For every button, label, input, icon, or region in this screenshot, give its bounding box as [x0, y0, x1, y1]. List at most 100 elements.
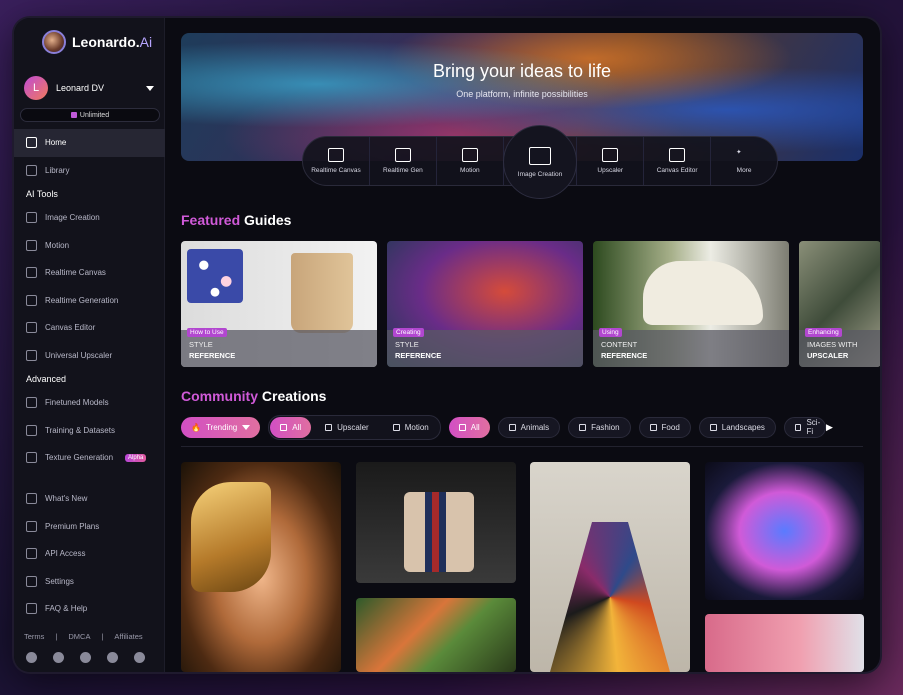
hero-subtitle: One platform, infinite possibilities	[456, 89, 588, 99]
featured-guides-title: Featured Guides	[181, 212, 292, 228]
hero-title: Bring your ideas to life	[432, 61, 612, 81]
guide-tag: Creating	[393, 328, 424, 337]
motion-icon	[392, 423, 400, 431]
nav-item-whats-new[interactable]: What's New	[14, 485, 165, 513]
category-food[interactable]: Food	[638, 416, 691, 438]
key-icon	[26, 548, 37, 560]
library-icon	[26, 164, 37, 176]
alpha-badge: Alpha	[125, 453, 147, 462]
nav-item-home[interactable]: Home	[14, 129, 165, 157]
nav-item-motion[interactable]: Motion	[14, 232, 165, 260]
guide-card-upscaler[interactable]: Enhancing IMAGES WITH UPSCALER	[799, 241, 880, 367]
tool-bar: Realtime Canvas Realtime Gen Motion Imag…	[302, 125, 778, 199]
dmca-link[interactable]: DMCA	[68, 632, 90, 641]
sci-fi-icon	[794, 423, 802, 431]
guide-card-content-reference[interactable]: Using CONTENT REFERENCE	[593, 241, 789, 367]
user-menu[interactable]: L Leonard DV	[24, 76, 154, 100]
apple-icon[interactable]	[134, 652, 145, 663]
gear-icon	[26, 575, 37, 587]
grid-icon	[458, 423, 466, 431]
tool-image-creation[interactable]: Image Creation	[503, 125, 578, 199]
nav-item-training-datasets[interactable]: Training & Datasets	[14, 417, 165, 445]
upscaler-icon	[325, 423, 333, 431]
app-window: Leonardo.Ai L Leonard DV Unlimited Home …	[14, 18, 880, 672]
nav-item-image-creation[interactable]: Image Creation	[14, 204, 165, 232]
guide-card-style-reference[interactable]: How to Use STYLE REFERENCE	[181, 241, 377, 367]
film-icon	[461, 148, 478, 162]
sidebar: Leonardo.Ai L Leonard DV Unlimited Home …	[14, 18, 165, 672]
token-icon	[70, 112, 77, 118]
nav-item-faq-help[interactable]: FAQ & Help	[14, 595, 165, 623]
tool-canvas-editor[interactable]: Canvas Editor	[644, 137, 712, 185]
canvas-icon	[26, 267, 37, 279]
image-icon	[529, 146, 552, 165]
nav-item-library[interactable]: Library	[14, 157, 165, 185]
plan-badge[interactable]: Unlimited	[20, 108, 160, 122]
tool-realtime-canvas[interactable]: Realtime Canvas	[303, 137, 370, 185]
canvas-editor-icon	[669, 148, 686, 162]
gallery-image-pink-scene[interactable]	[705, 614, 864, 672]
nav-item-premium-plans[interactable]: Premium Plans	[14, 513, 165, 541]
guide-card-creating-style[interactable]: Creating STYLE REFERENCE	[387, 241, 583, 367]
home-icon	[26, 137, 37, 149]
category-all[interactable]: All	[448, 416, 490, 438]
chevron-down-icon[interactable]	[146, 85, 154, 91]
nav-item-finetuned-models[interactable]: Finetuned Models	[14, 389, 165, 417]
divider	[181, 446, 863, 447]
terms-link[interactable]: Terms	[24, 632, 44, 641]
gallery-image-handbag[interactable]	[356, 462, 516, 583]
category-fashion[interactable]: Fashion	[568, 416, 631, 438]
upscaler-icon	[602, 148, 619, 162]
realtime-gen-icon	[394, 148, 411, 162]
category-sci-fi[interactable]: Sci-Fi	[783, 416, 826, 438]
nav-item-settings[interactable]: Settings	[14, 568, 165, 596]
affiliates-link[interactable]: Affiliates	[114, 632, 142, 641]
chevron-down-icon	[242, 424, 251, 430]
nav-item-realtime-generation[interactable]: Realtime Generation	[14, 287, 165, 315]
type-filter-upscaler[interactable]: Upscaler	[315, 417, 379, 438]
nav-item-universal-upscaler[interactable]: Universal Upscaler	[14, 342, 165, 370]
reddit-icon[interactable]	[53, 652, 64, 663]
cup-image	[291, 253, 353, 333]
tool-upscaler[interactable]: Upscaler	[577, 137, 645, 185]
tool-more[interactable]: ✦ More	[711, 137, 777, 185]
premium-icon	[26, 520, 37, 532]
x-icon[interactable]	[80, 652, 91, 663]
gallery-image-golden-warrior[interactable]	[181, 462, 341, 672]
social-links	[26, 652, 145, 663]
guide-tag: Using	[599, 328, 622, 337]
fashion-icon	[579, 423, 587, 431]
category-landscapes[interactable]: Landscapes	[698, 416, 776, 438]
type-filter-all[interactable]: All	[270, 416, 312, 438]
tool-realtime-gen[interactable]: Realtime Gen	[370, 137, 437, 185]
models-icon	[26, 397, 37, 409]
nav-item-canvas-editor[interactable]: Canvas Editor	[14, 314, 165, 342]
community-creations-title: Community Creations	[181, 388, 327, 404]
discord-icon[interactable]	[26, 652, 37, 663]
gallery-image-abstract-shape[interactable]	[705, 462, 864, 600]
main-nav: Home Library AI Tools Image Creation Mot…	[14, 129, 165, 472]
sparkle-icon: ✦	[736, 149, 742, 156]
filter-bar: 🔥 Trending All Upscaler Motion All Anima…	[181, 414, 833, 440]
texture-icon	[26, 452, 37, 464]
image-creation-circle[interactable]: Image Creation	[503, 125, 578, 199]
nav-item-api-access[interactable]: API Access	[14, 540, 165, 568]
section-ai-tools: AI Tools	[26, 189, 58, 199]
sort-dropdown[interactable]: 🔥 Trending	[181, 416, 261, 438]
nav-item-realtime-canvas[interactable]: Realtime Canvas	[14, 259, 165, 287]
category-animals[interactable]: Animals	[497, 416, 561, 438]
scroll-right-icon[interactable]: ▶	[826, 422, 833, 433]
gallery-image-chameleon[interactable]	[356, 598, 516, 672]
fire-icon: 🔥	[191, 422, 201, 432]
section-advanced: Advanced	[26, 374, 67, 384]
nav-item-texture-generation[interactable]: Texture Generation Alpha	[14, 444, 165, 472]
user-name: Leonard DV	[56, 83, 105, 93]
bell-icon	[26, 493, 37, 505]
brand-logo[interactable]: Leonardo.Ai	[42, 30, 152, 54]
avatar: L	[24, 76, 48, 100]
type-filter-motion[interactable]: Motion	[383, 417, 439, 438]
featured-guides: How to Use STYLE REFERENCE Creating STYL…	[181, 241, 880, 367]
tool-motion[interactable]: Motion	[437, 137, 504, 185]
gallery-image-dress[interactable]	[530, 462, 690, 672]
facebook-icon[interactable]	[107, 652, 118, 663]
